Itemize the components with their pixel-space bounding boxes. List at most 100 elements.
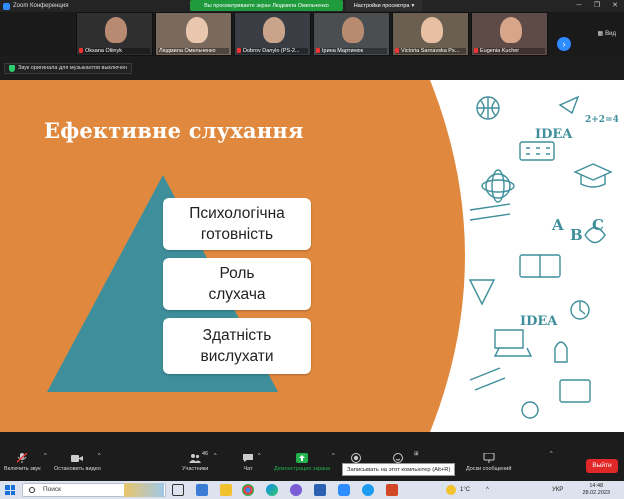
- whiteboards-button[interactable]: Доски сообщений: [466, 453, 511, 472]
- windows-taskbar: Поиск 1°C ^ УКР 14:48 28.02.2023: [0, 481, 624, 499]
- participant-name: Людмила Омельченко: [158, 48, 229, 54]
- share-screen-button[interactable]: Демонстрация экрана: [274, 453, 330, 472]
- search-highlight-image: [124, 483, 164, 497]
- maximize-icon[interactable]: ❐: [588, 0, 606, 12]
- whiteboard-icon: [483, 453, 495, 463]
- doodle-text: IDEA: [535, 127, 573, 142]
- share-banner: Вы просматриваете экран Людмила Омельчен…: [190, 0, 343, 11]
- unmute-button[interactable]: Включить звук: [4, 453, 41, 472]
- next-page-button[interactable]: ›: [557, 37, 571, 51]
- chat-label: Чат: [243, 466, 253, 472]
- doodle-text: B: [570, 226, 583, 244]
- apps-icon: ⊞: [414, 451, 419, 457]
- chevron-up-icon: ^: [44, 453, 47, 459]
- doodle-panel: [430, 80, 624, 432]
- view-options-button[interactable]: Настройки просмотра ▾: [346, 0, 422, 11]
- camera-icon: [71, 455, 84, 462]
- doodle-text: A: [551, 216, 564, 234]
- telegram-icon[interactable]: [362, 484, 374, 496]
- pyramid-level: Психологічна готовність: [163, 198, 311, 250]
- weather-icon: [446, 485, 456, 495]
- participant-tile[interactable]: Oksana Oliinyk: [76, 12, 153, 56]
- chat-button[interactable]: Чат: [242, 453, 254, 472]
- original-sound-notice: Звук оригинала для музыкантов выключен: [4, 63, 133, 74]
- view-label: Вид: [605, 30, 616, 37]
- viber-icon[interactable]: [290, 484, 302, 496]
- chrome-icon[interactable]: [242, 484, 254, 496]
- file-explorer-icon[interactable]: [220, 484, 232, 496]
- participant-video: [421, 17, 443, 43]
- window-controls: ─ ❐ ✕: [570, 0, 624, 12]
- notice-text: Звук оригинала для музыкантов выключен: [18, 65, 128, 71]
- view-options-label: Настройки просмотра: [353, 2, 410, 9]
- participant-name: Eugenia Kucher: [474, 48, 545, 54]
- slide-title: Ефективне слухання: [44, 118, 304, 143]
- participant-tile[interactable]: Dobrov Danylo (PS-2...: [234, 12, 311, 56]
- apps-button[interactable]: ⊞: [414, 451, 419, 457]
- participant-video: [105, 17, 127, 43]
- muted-mic-icon: [316, 48, 320, 53]
- edge-icon[interactable]: [266, 484, 278, 496]
- participant-tile[interactable]: Victoria Sarnavska Ps...: [392, 12, 469, 56]
- close-icon[interactable]: ✕: [606, 0, 624, 12]
- video-options-caret[interactable]: ^: [98, 453, 101, 459]
- zoom-taskbar-icon[interactable]: [338, 484, 350, 496]
- view-button[interactable]: ▦ Вид: [597, 30, 616, 38]
- search-icon: [29, 487, 35, 493]
- widgets-icon[interactable]: [196, 484, 208, 496]
- zoom-app-icon: [3, 2, 10, 10]
- stop-video-label: Остановить видео: [54, 466, 101, 472]
- participants-icon: [189, 454, 202, 463]
- chat-icon: [243, 454, 253, 462]
- share-screen-icon: [296, 453, 309, 463]
- audio-options-caret[interactable]: ^: [44, 453, 47, 459]
- share-options-caret[interactable]: ^: [332, 453, 335, 459]
- chevron-up-icon: ^: [214, 453, 217, 459]
- participants-count: 46: [202, 451, 209, 457]
- reactions-icon: [393, 453, 403, 463]
- word-icon[interactable]: [314, 484, 326, 496]
- chevron-up-icon: ^: [98, 453, 101, 459]
- participant-name: Ірина Мартинюк: [316, 48, 387, 54]
- muted-mic-icon: [474, 48, 478, 53]
- chevron-up-icon: ^: [332, 453, 335, 459]
- muted-mic-icon: [16, 453, 28, 463]
- leave-button[interactable]: Выйти: [586, 459, 618, 473]
- participant-name: Oksana Oliinyk: [79, 48, 150, 54]
- chevron-up-icon: ^: [550, 451, 553, 457]
- chat-options-caret[interactable]: ^: [258, 453, 261, 459]
- muted-mic-icon: [395, 48, 399, 53]
- minimize-icon[interactable]: ─: [570, 0, 588, 12]
- windows-start-icon[interactable]: [5, 485, 15, 495]
- participant-tile[interactable]: Людмила Омельченко: [155, 12, 232, 56]
- participant-tile[interactable]: Ірина Мартинюк: [313, 12, 390, 56]
- temperature: 1°C: [460, 487, 471, 493]
- pyramid-level: Роль слухача: [163, 258, 311, 310]
- input-language[interactable]: УКР: [552, 481, 563, 499]
- participant-name: Dobrov Danylo (PS-2...: [237, 48, 308, 54]
- share-screen-label: Демонстрация экрана: [274, 466, 331, 472]
- shield-icon: [9, 65, 15, 72]
- pyramid-level: Здатність вислухати: [163, 318, 311, 374]
- muted-mic-icon: [237, 48, 241, 53]
- record-tooltip: Записывать на этот компьютер (Alt+R): [342, 463, 456, 476]
- tray-chevron-icon[interactable]: ^: [486, 481, 489, 499]
- more-options-caret[interactable]: ^: [550, 451, 553, 457]
- task-view-icon[interactable]: [172, 484, 184, 496]
- taskbar-clock[interactable]: 14:48 28.02.2023: [582, 483, 610, 497]
- grid-icon: ▦: [597, 31, 604, 37]
- shared-slide: IDEA IDEA A B C 2+2=4 Ефективне слухання…: [0, 80, 624, 432]
- doodle-text: 2+2=4: [585, 115, 619, 125]
- clock-time: 14:48: [589, 483, 604, 489]
- meeting-toolbar: Включить звук ^ Остановить видео ^ Участ…: [0, 450, 624, 479]
- chevron-up-icon: ^: [258, 453, 261, 459]
- powerpoint-icon[interactable]: [386, 484, 398, 496]
- chevron-down-icon: ▾: [411, 2, 415, 9]
- whiteboards-label: Доски сообщений: [466, 466, 512, 472]
- muted-mic-icon: [79, 48, 83, 53]
- participants-options-caret[interactable]: ^: [214, 453, 217, 459]
- participant-video: [342, 17, 364, 43]
- participant-name: Victoria Sarnavska Ps...: [395, 48, 466, 54]
- participant-tile[interactable]: Eugenia Kucher: [471, 12, 548, 56]
- stop-video-button[interactable]: Остановить видео: [54, 453, 101, 472]
